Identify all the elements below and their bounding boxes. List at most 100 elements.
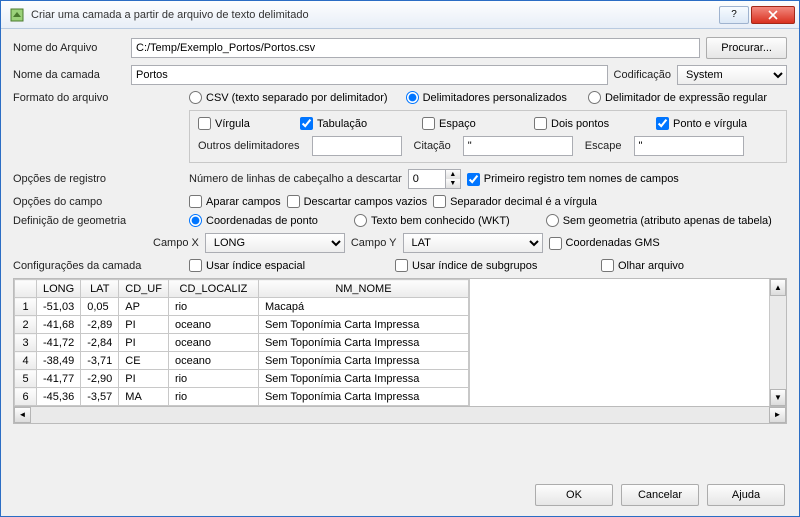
encoding-label: Codificação [614, 69, 671, 81]
table-cell: oceano [168, 316, 258, 334]
quote-label: Citação [414, 140, 451, 152]
encoding-select[interactable]: System [677, 65, 787, 85]
delimiter-group: Vírgula Tabulação Espaço Dois pontos Pon… [189, 110, 787, 163]
table-row[interactable]: 3-41,72-2,84PIoceanoSem Toponímia Carta … [15, 334, 469, 352]
column-header[interactable]: LAT [81, 280, 119, 298]
file-name-input[interactable] [131, 38, 700, 58]
other-delim-input[interactable] [312, 136, 402, 156]
table-cell: -51,03 [37, 298, 81, 316]
format-regex-radio[interactable]: Delimitador de expressão regular [588, 91, 767, 104]
geom-point-radio[interactable]: Coordenadas de ponto [189, 214, 318, 227]
other-delim-label: Outros delimitadores [198, 140, 300, 152]
scroll-left-icon[interactable]: ◄ [14, 407, 31, 423]
vertical-scrollbar[interactable]: ▲▼ [769, 279, 786, 406]
table-cell: Macapá [258, 298, 468, 316]
row-number: 1 [15, 298, 37, 316]
table-cell: Sem Toponímia Carta Impressa [258, 370, 468, 388]
table-row[interactable]: 1-51,030,05APrioMacapá [15, 298, 469, 316]
table-row[interactable]: 5-41,77-2,90PIrioSem Toponímia Carta Imp… [15, 370, 469, 388]
spatial-index-check[interactable]: Usar índice espacial [189, 259, 389, 272]
window-title: Criar uma camada a partir de arquivo de … [31, 9, 717, 21]
skip-lines-spinner[interactable]: ▲▼ [408, 169, 461, 189]
table-cell: CE [119, 352, 169, 370]
ok-button[interactable]: OK [535, 484, 613, 506]
delim-tab-check[interactable]: Tabulação [300, 117, 410, 130]
geom-none-radio[interactable]: Sem geometria (atributo apenas de tabela… [546, 214, 772, 227]
spin-down-icon[interactable]: ▼ [446, 179, 460, 188]
file-format-label: Formato do arquivo [13, 92, 183, 104]
scroll-right-icon[interactable]: ► [769, 407, 786, 423]
table-cell: oceano [168, 352, 258, 370]
titlebar: Criar uma camada a partir de arquivo de … [1, 1, 799, 29]
y-field-select[interactable]: LAT [403, 233, 543, 253]
y-field-label: Campo Y [351, 237, 397, 249]
trim-fields-check[interactable]: Aparar campos [189, 195, 281, 208]
table-cell: -2,90 [81, 370, 119, 388]
table-cell: -3,71 [81, 352, 119, 370]
table-cell: rio [168, 298, 258, 316]
table-row[interactable]: 4-38,49-3,71CEoceanoSem Toponímia Carta … [15, 352, 469, 370]
dialog-window: Criar uma camada a partir de arquivo de … [0, 0, 800, 517]
row-number: 3 [15, 334, 37, 352]
column-header[interactable]: CD_LOCALIZ [168, 280, 258, 298]
column-header[interactable]: NM_NOME [258, 280, 468, 298]
first-record-names-check[interactable]: Primeiro registro tem nomes de campos [467, 173, 679, 186]
table-cell: PI [119, 370, 169, 388]
table-cell: -3,57 [81, 388, 119, 406]
row-number: 6 [15, 388, 37, 406]
geom-wkt-radio[interactable]: Texto bem conhecido (WKT) [354, 214, 510, 227]
help-button[interactable]: ? [719, 6, 749, 24]
escape-label: Escape [585, 140, 622, 152]
help-footer-button[interactable]: Ajuda [707, 484, 785, 506]
table-cell: -45,36 [37, 388, 81, 406]
delim-semicolon-check[interactable]: Ponto e vírgula [656, 117, 747, 130]
quote-input[interactable] [463, 136, 573, 156]
format-custom-radio[interactable]: Delimitadores personalizados [406, 91, 567, 104]
escape-input[interactable] [634, 136, 744, 156]
delim-space-check[interactable]: Espaço [422, 117, 522, 130]
table-cell: -41,72 [37, 334, 81, 352]
column-header[interactable]: LONG [37, 280, 81, 298]
delim-colon-check[interactable]: Dois pontos [534, 117, 644, 130]
scroll-up-icon[interactable]: ▲ [770, 279, 786, 296]
table-cell: AP [119, 298, 169, 316]
x-field-select[interactable]: LONG [205, 233, 345, 253]
table-cell: PI [119, 334, 169, 352]
table-cell: Sem Toponímia Carta Impressa [258, 352, 468, 370]
table-cell: Sem Toponímia Carta Impressa [258, 334, 468, 352]
horizontal-scrollbar[interactable]: ◄► [13, 407, 787, 424]
row-header-corner[interactable] [15, 280, 37, 298]
layer-name-input[interactable] [131, 65, 608, 85]
watch-file-check[interactable]: Olhar arquivo [601, 259, 684, 272]
subset-index-check[interactable]: Usar índice de subgrupos [395, 259, 595, 272]
spin-up-icon[interactable]: ▲ [446, 170, 460, 179]
x-field-label: Campo X [153, 237, 199, 249]
table-row[interactable]: 2-41,68-2,89PIoceanoSem Toponímia Carta … [15, 316, 469, 334]
browse-button[interactable]: Procurar... [706, 37, 787, 59]
table-cell: Sem Toponímia Carta Impressa [258, 316, 468, 334]
decimal-comma-check[interactable]: Separador decimal é a vírgula [433, 195, 597, 208]
delim-comma-check[interactable]: Vírgula [198, 117, 288, 130]
dms-check[interactable]: Coordenadas GMS [549, 237, 660, 250]
table-cell: -41,68 [37, 316, 81, 334]
row-number: 5 [15, 370, 37, 388]
column-header[interactable]: CD_UF [119, 280, 169, 298]
scroll-down-icon[interactable]: ▼ [770, 389, 786, 406]
format-csv-radio[interactable]: CSV (texto separado por delimitador) [189, 91, 388, 104]
table-cell: rio [168, 388, 258, 406]
close-button[interactable] [751, 6, 795, 24]
table-cell: PI [119, 316, 169, 334]
skip-lines-label: Número de linhas de cabeçalho a descarta… [189, 173, 402, 185]
layer-settings-label: Configurações da camada [13, 260, 183, 272]
row-number: 2 [15, 316, 37, 334]
discard-empty-check[interactable]: Descartar campos vazios [287, 195, 428, 208]
dialog-footer: OK Cancelar Ajuda [1, 474, 799, 516]
table-cell: rio [168, 370, 258, 388]
table-row[interactable]: 6-45,36-3,57MArioSem Toponímia Carta Imp… [15, 388, 469, 406]
geometry-label: Definição de geometria [13, 215, 183, 227]
table-cell: -38,49 [37, 352, 81, 370]
file-name-label: Nome do Arquivo [13, 42, 125, 54]
table-cell: -41,77 [37, 370, 81, 388]
cancel-button[interactable]: Cancelar [621, 484, 699, 506]
row-number: 4 [15, 352, 37, 370]
